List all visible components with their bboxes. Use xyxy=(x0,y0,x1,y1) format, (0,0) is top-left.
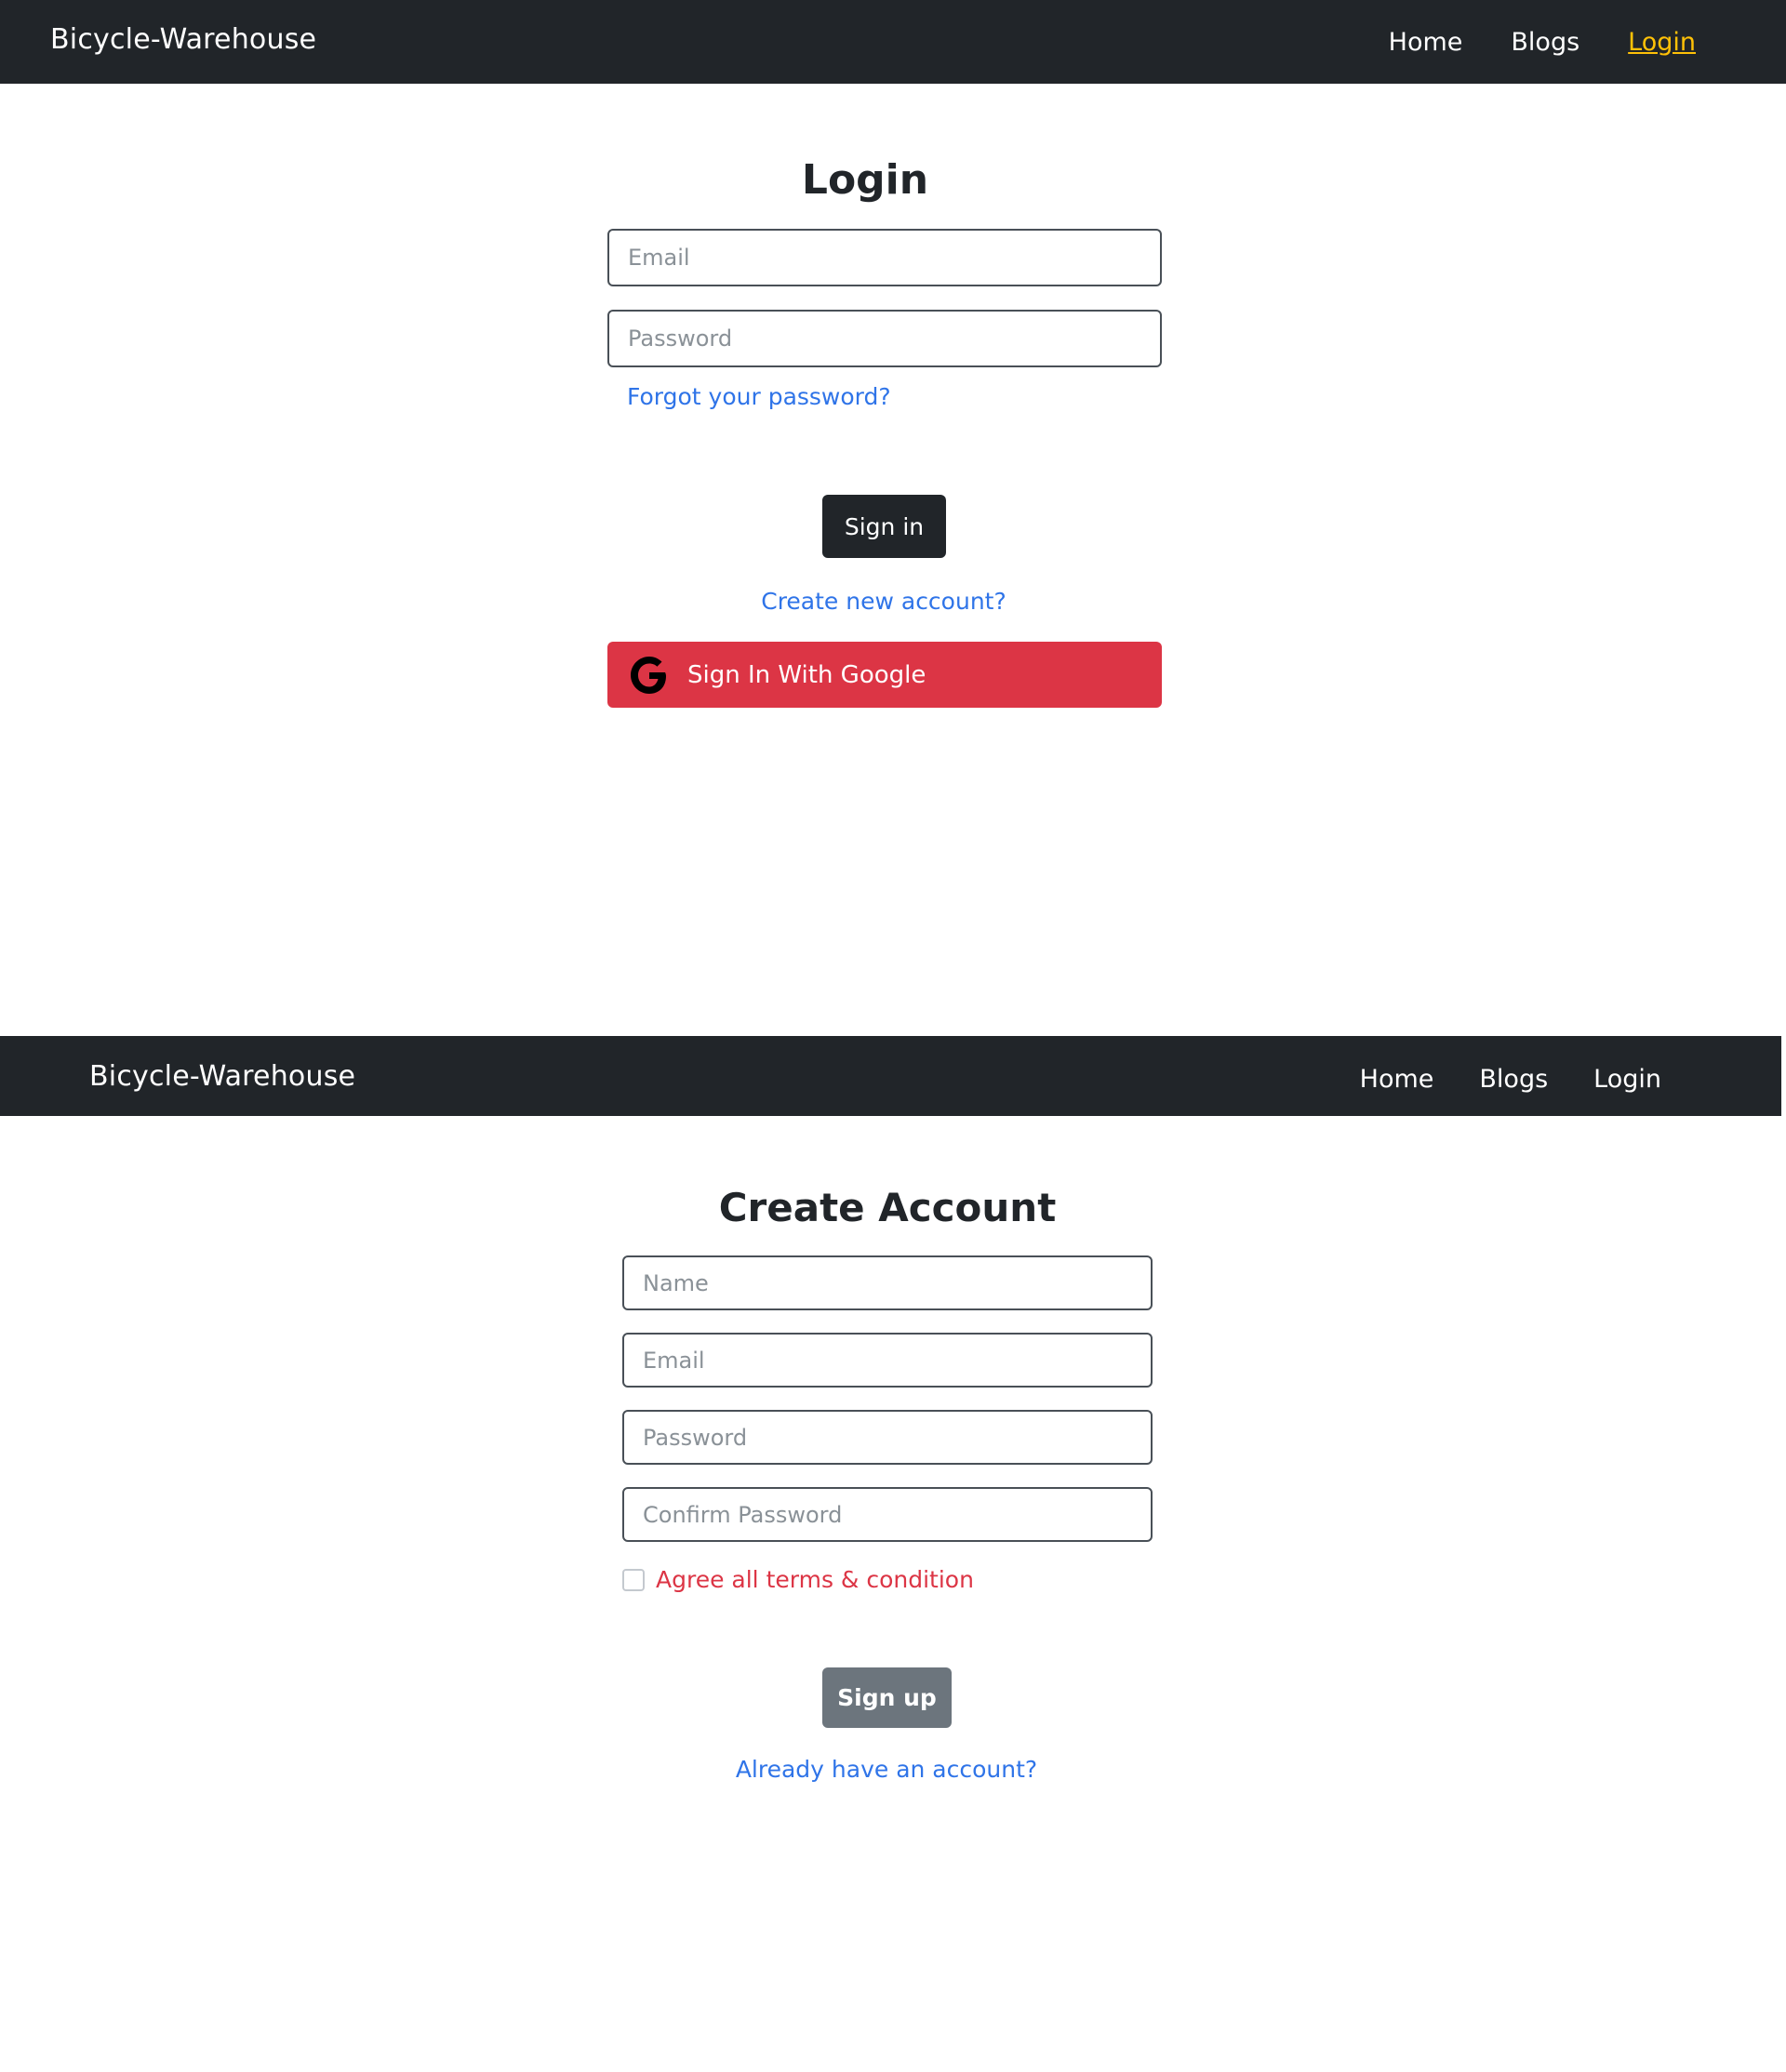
sign-up-button[interactable]: Sign up xyxy=(822,1667,952,1728)
login-screen: Bicycle-Warehouse Home Blogs Login Login… xyxy=(0,0,1786,1036)
signup-screen: Bicycle-Warehouse Home Blogs Login Creat… xyxy=(0,1036,1786,2072)
nav-link-blogs[interactable]: Blogs xyxy=(1511,28,1579,57)
nav-link-home[interactable]: Home xyxy=(1389,28,1463,57)
email-field[interactable] xyxy=(607,229,1162,286)
terms-checkbox[interactable] xyxy=(622,1568,645,1591)
email-field[interactable] xyxy=(622,1333,1153,1388)
password-field[interactable] xyxy=(607,310,1162,367)
nav-link-login[interactable]: Login xyxy=(1593,1065,1661,1094)
google-icon xyxy=(624,650,674,700)
navbar: Bicycle-Warehouse Home Blogs Login xyxy=(0,1036,1781,1116)
nav-links: Home Blogs Login xyxy=(1360,1065,1661,1094)
nav-links: Home Blogs Login xyxy=(1389,28,1696,57)
nav-link-blogs[interactable]: Blogs xyxy=(1479,1065,1548,1094)
brand-link[interactable]: Bicycle-Warehouse xyxy=(50,23,316,56)
nav-link-login[interactable]: Login xyxy=(1628,28,1696,57)
create-account-link[interactable]: Create new account? xyxy=(0,588,1767,615)
terms-label[interactable]: Agree all terms & condition xyxy=(656,1566,974,1593)
page-title: Login xyxy=(801,156,929,204)
brand-link[interactable]: Bicycle-Warehouse xyxy=(89,1060,355,1093)
page-title: Create Account xyxy=(718,1185,1057,1230)
already-have-account-link[interactable]: Already have an account? xyxy=(0,1756,1773,1783)
navbar: Bicycle-Warehouse Home Blogs Login xyxy=(0,0,1786,84)
password-field[interactable] xyxy=(622,1410,1153,1465)
google-button-label: Sign In With Google xyxy=(687,660,926,689)
terms-row: Agree all terms & condition xyxy=(622,1566,974,1593)
google-sign-in-button[interactable]: Sign In With Google xyxy=(607,642,1162,708)
name-field[interactable] xyxy=(622,1255,1153,1310)
confirm-password-field[interactable] xyxy=(622,1487,1153,1542)
sign-in-button[interactable]: Sign in xyxy=(822,495,946,558)
nav-link-home[interactable]: Home xyxy=(1360,1065,1434,1094)
forgot-password-link[interactable]: Forgot your password? xyxy=(627,383,891,410)
